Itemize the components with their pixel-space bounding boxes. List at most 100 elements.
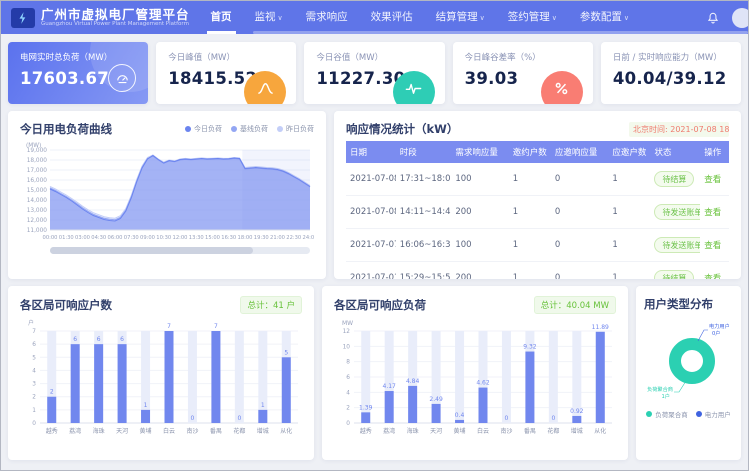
cell-period: 14:11~14:41 — [396, 196, 452, 229]
cell-date: 2021-07-01 — [346, 262, 396, 280]
svg-text:4.17: 4.17 — [383, 383, 397, 390]
donut-legend-item-1[interactable]: 电力用户 — [696, 409, 731, 419]
user-type-donut-chart[interactable]: 电力用户0户负荷聚合商1户 — [644, 315, 733, 407]
response-table-header-row: 日期时段需求响应量邀约户数应邀响应量应邀户数状态操作 — [346, 141, 729, 163]
view-link[interactable]: 查看 — [704, 274, 721, 279]
avatar[interactable] — [732, 8, 749, 28]
svg-text:5: 5 — [32, 355, 36, 361]
nav-item-3[interactable]: 效果评估 — [368, 1, 416, 34]
response-table-head: 日期时段需求响应量邀约户数应邀响应量应邀户数状态操作 — [346, 141, 729, 163]
svg-text:6: 6 — [120, 336, 124, 343]
kpi-card-3: 今日峰谷差率（%）39.03 — [453, 42, 593, 104]
chevron-down-icon: ∨ — [278, 14, 283, 22]
kpi-label: 今日谷值（MW） — [316, 51, 432, 63]
nav-item-6[interactable]: 参数配置∨ — [577, 1, 632, 34]
svg-text:南沙: 南沙 — [500, 427, 512, 435]
response-stats-panel: 响应情况统计（kW） 北京时间: 2021-07-08 18:16 日期时段需求… — [334, 111, 741, 279]
svg-text:7: 7 — [167, 323, 171, 330]
load-curve-chart[interactable]: (MW)19,00018,00017,00016,00015,00014,000… — [20, 140, 314, 244]
load-curve-head: 今日用电负荷曲线 今日负荷基线负荷昨日负荷 — [20, 121, 314, 137]
nav-item-2[interactable]: 需求响应 — [303, 1, 351, 34]
svg-text:增城: 增城 — [257, 427, 269, 435]
svg-text:0.4: 0.4 — [455, 412, 465, 419]
svg-text:13,000: 13,000 — [27, 208, 48, 214]
cell-invited: 1 — [509, 262, 551, 280]
svg-text:11,000: 11,000 — [27, 228, 48, 234]
main-nav: 首页监视∨ 需求响应效果评估结算管理∨ 签约管理∨ 参数配置∨ — [208, 1, 650, 34]
table-row-3: 2021-07-0115:29~15:59200101待结算查看 — [346, 262, 729, 280]
svg-text:11.89: 11.89 — [592, 324, 609, 331]
svg-text:黄埔: 黄埔 — [454, 427, 466, 435]
svg-text:花都: 花都 — [547, 427, 559, 435]
notification-icon[interactable] — [706, 11, 720, 25]
table-row-2: 2021-07-0716:06~16:36100101待发送账单查看 — [346, 229, 729, 262]
svg-text:电力用户: 电力用户 — [709, 322, 730, 330]
svg-text:增城: 增城 — [571, 427, 583, 435]
svg-text:1: 1 — [32, 408, 36, 414]
svg-text:12: 12 — [343, 329, 351, 335]
svg-text:越秀: 越秀 — [360, 427, 372, 435]
nav-item-4[interactable]: 结算管理∨ — [433, 1, 488, 34]
svg-text:9.32: 9.32 — [523, 344, 537, 351]
district-load-bar-chart[interactable]: MW0246810121.39越秀4.17荔湾4.84海珠2.49天河0.4黄埔… — [334, 317, 616, 447]
svg-text:4.62: 4.62 — [476, 380, 490, 387]
svg-text:4: 4 — [32, 368, 36, 374]
svg-text:负荷聚合商: 负荷聚合商 — [647, 385, 673, 393]
svg-text:19,000: 19,000 — [27, 148, 48, 154]
view-link[interactable]: 查看 — [704, 175, 721, 185]
cell-period: 15:29~15:59 — [396, 262, 452, 280]
column-header-4: 应邀响应量 — [551, 141, 608, 163]
legend-item-2[interactable]: 昨日负荷 — [277, 124, 314, 134]
svg-text:2: 2 — [346, 406, 350, 412]
app-title: 广州市虚拟电厂管理平台 — [41, 8, 190, 21]
households-panel: 各区局可响应户数 总计：41 户 户012345672越秀6荔湾6海珠6天河1黄… — [8, 286, 314, 460]
app-logo[interactable]: 广州市虚拟电厂管理平台 Guangzhou Virtual Power Plan… — [11, 8, 190, 28]
header-scroll-strip — [253, 31, 748, 34]
svg-text:15,000: 15,000 — [27, 188, 48, 194]
load-curve-panel: 今日用电负荷曲线 今日负荷基线负荷昨日负荷 (MW)19,00018,00017… — [8, 111, 326, 279]
view-link[interactable]: 查看 — [704, 241, 721, 251]
cell-accepted_amount: 0 — [551, 229, 608, 262]
cell-accepted_amount: 0 — [551, 163, 608, 196]
pulse-icon — [393, 71, 435, 104]
kpi-card-4: 日前 / 实时响应能力（MW）40.04/39.12 — [601, 42, 741, 104]
nav-item-1[interactable]: 监视∨ — [252, 1, 286, 34]
column-header-3: 邀约户数 — [509, 141, 551, 163]
svg-text:0.92: 0.92 — [570, 408, 584, 415]
svg-text:13:30: 13:30 — [189, 235, 204, 241]
svg-text:24:00: 24:00 — [303, 235, 314, 241]
cell-period: 17:31~18:01 — [396, 163, 452, 196]
svg-text:09:00: 09:00 — [140, 235, 155, 241]
view-link[interactable]: 查看 — [704, 208, 721, 218]
kpi-row: 电网实时总负荷（MW）17603.67今日峰值（MW）18415.52今日谷值（… — [8, 42, 741, 104]
svg-text:2: 2 — [50, 389, 54, 396]
cell-invited: 1 — [509, 196, 551, 229]
legend-item-1[interactable]: 基线负荷 — [231, 124, 268, 134]
nav-item-5[interactable]: 签约管理∨ — [505, 1, 560, 34]
chart-zoom-fill[interactable] — [50, 247, 253, 254]
column-header-0: 日期 — [346, 141, 396, 163]
chevron-down-icon: ∨ — [480, 14, 485, 22]
svg-text:0: 0 — [191, 415, 195, 422]
status-badge: 待结算 — [654, 270, 694, 279]
svg-text:黄埔: 黄埔 — [140, 427, 152, 435]
svg-text:16,000: 16,000 — [27, 178, 48, 184]
nav-item-0[interactable]: 首页 — [208, 1, 235, 34]
user-type-head: 用户类型分布 — [644, 296, 733, 312]
column-header-2: 需求响应量 — [451, 141, 508, 163]
beijing-time-tag: 北京时间: 2021-07-08 18:16 — [629, 122, 729, 137]
svg-text:8: 8 — [346, 360, 350, 366]
legend-dot — [696, 411, 702, 417]
svg-text:6: 6 — [346, 375, 350, 381]
households-bar-chart[interactable]: 户012345672越秀6荔湾6海珠6天河1黄埔7白云0南沙7番禺0花都1增城5… — [20, 317, 302, 447]
cell-period: 16:06~16:36 — [396, 229, 452, 262]
kpi-card-2: 今日谷值（MW）11227.30 — [304, 42, 444, 104]
svg-text:5: 5 — [284, 349, 288, 356]
svg-text:白云: 白云 — [163, 427, 175, 435]
top-header: 广州市虚拟电厂管理平台 Guangzhou Virtual Power Plan… — [1, 1, 748, 34]
svg-text:0: 0 — [551, 415, 555, 422]
legend-item-0[interactable]: 今日负荷 — [185, 124, 222, 134]
chart-zoom-slider[interactable] — [50, 247, 310, 254]
donut-legend-item-0[interactable]: 负荷聚合商 — [646, 409, 688, 419]
legend-dot — [277, 126, 283, 132]
